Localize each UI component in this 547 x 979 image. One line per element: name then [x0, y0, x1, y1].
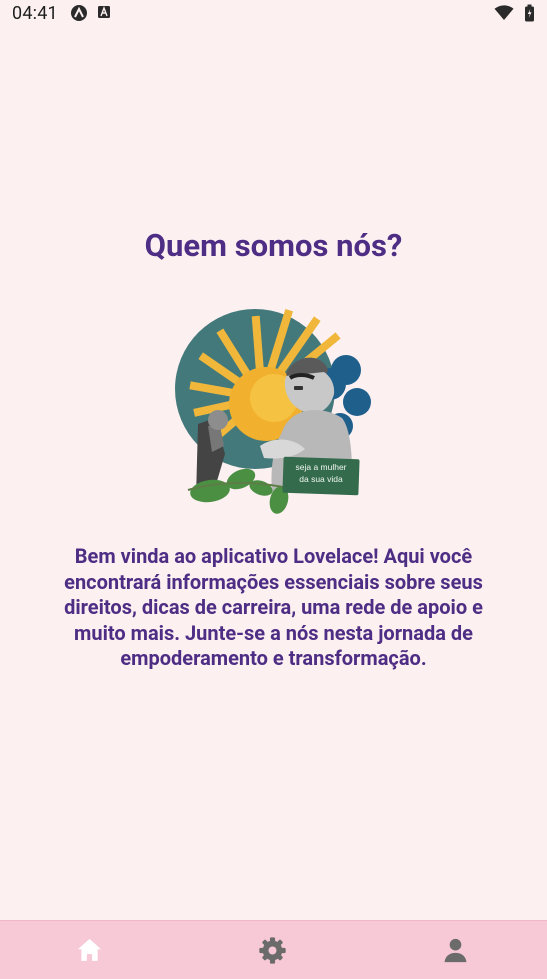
- home-icon: [74, 935, 105, 966]
- settings-icon: [257, 935, 288, 966]
- profile-icon: [440, 935, 471, 966]
- about-description: Bem vinda ao aplicativo Lovelace! Aqui v…: [64, 544, 483, 670]
- nav-settings[interactable]: [212, 921, 332, 979]
- nav-home[interactable]: [29, 921, 149, 979]
- status-time: 04:41: [12, 3, 58, 24]
- battery-icon: [524, 4, 535, 26]
- svg-text:da sua vida: da sua vida: [299, 474, 343, 484]
- text-notification-icon: [97, 4, 115, 22]
- wifi-icon: [494, 5, 514, 25]
- app-notification-icon: [70, 4, 88, 22]
- nav-profile[interactable]: [395, 921, 515, 979]
- page-title: Quem somos nós?: [144, 227, 403, 264]
- svg-text:seja a mulher: seja a mulher: [295, 462, 346, 472]
- hero-illustration: seja a mulher da sua vida: [170, 300, 375, 520]
- status-bar: 04:41: [0, 0, 547, 28]
- bottom-navigation: [0, 920, 547, 979]
